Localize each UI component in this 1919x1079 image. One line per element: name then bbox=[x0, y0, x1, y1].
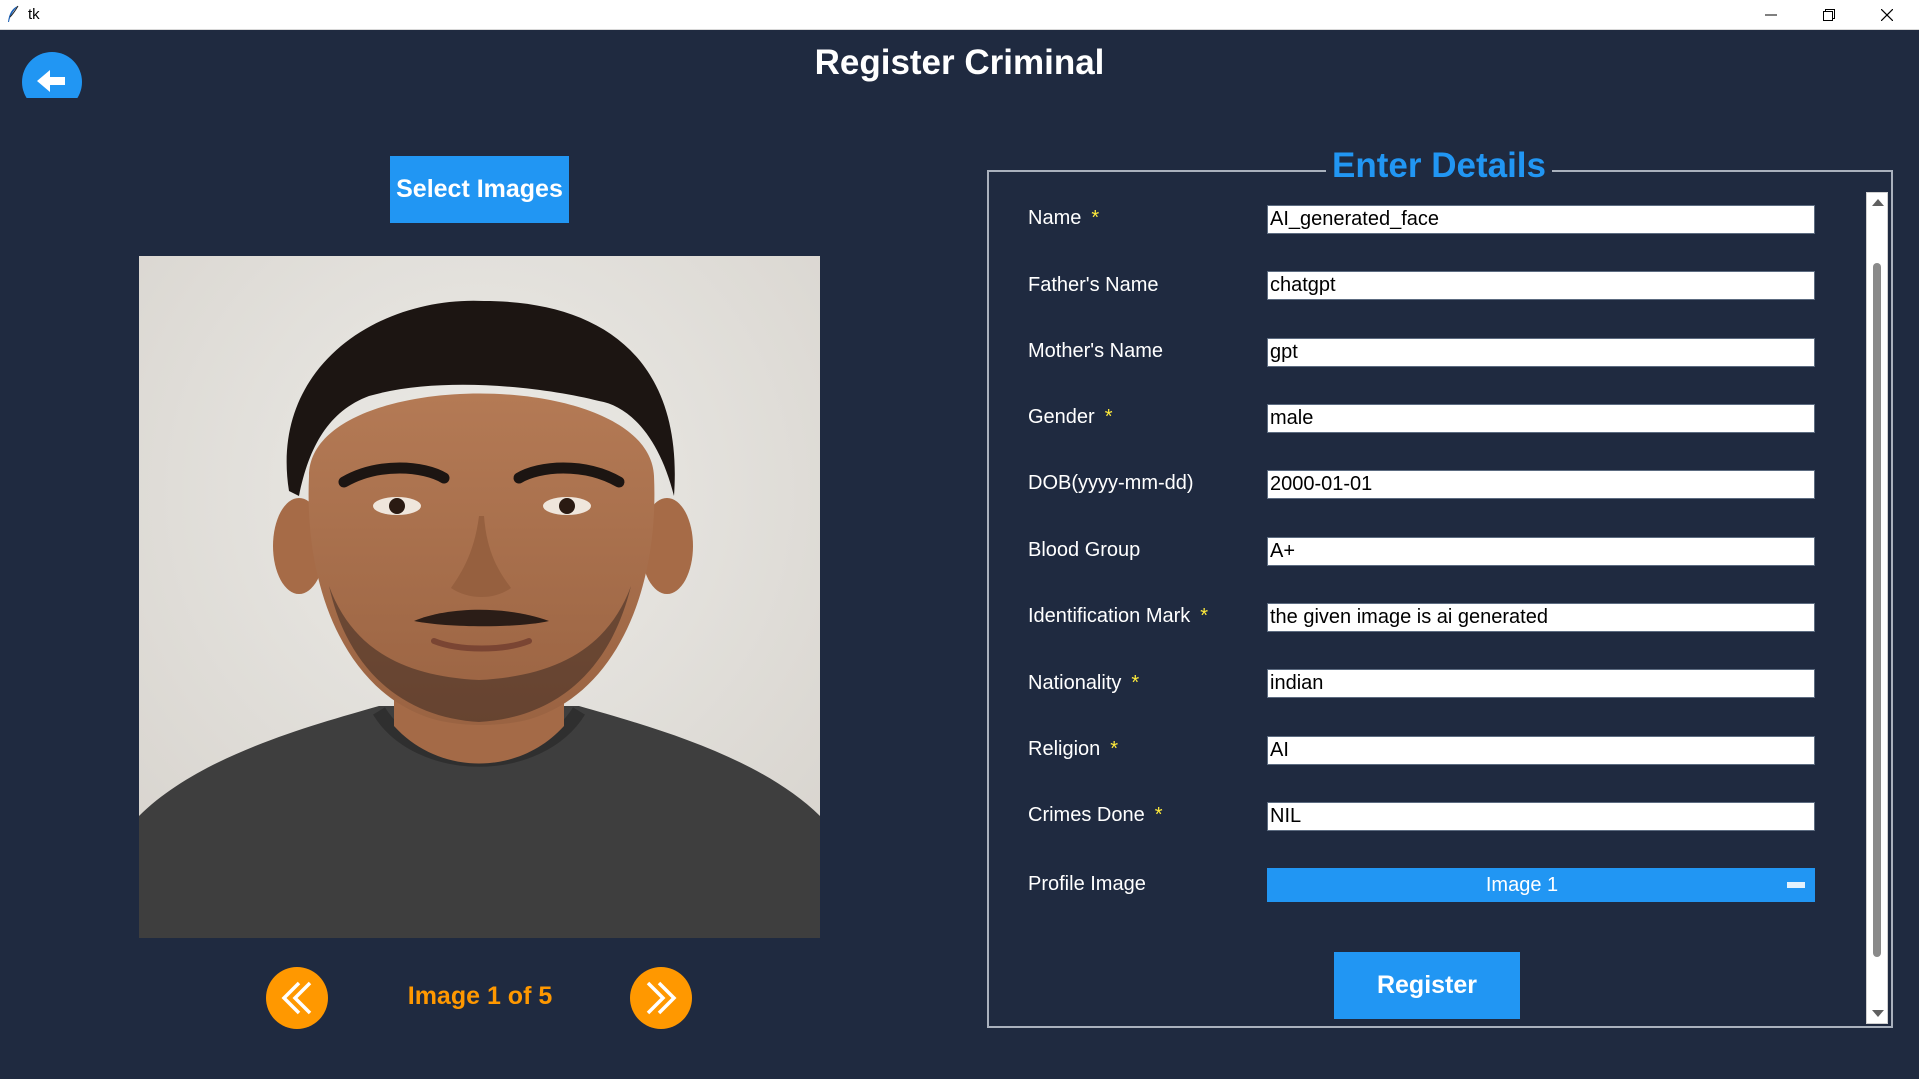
close-icon bbox=[1881, 8, 1893, 21]
field-label-name: Name * bbox=[1028, 207, 1099, 230]
register-button[interactable]: Register bbox=[1334, 952, 1520, 1019]
label-text: Name bbox=[1028, 207, 1082, 229]
label-text: DOB(yyyy-mm-dd) bbox=[1028, 472, 1194, 494]
double-chevron-right-icon bbox=[646, 981, 677, 1015]
label-text: Father's Name bbox=[1028, 274, 1159, 296]
religion-input[interactable] bbox=[1267, 736, 1815, 765]
details-scrollbar[interactable] bbox=[1866, 192, 1888, 1024]
person-photo bbox=[139, 256, 820, 938]
nationality-input[interactable] bbox=[1267, 669, 1815, 698]
gender-input[interactable] bbox=[1267, 404, 1815, 433]
identification-mark-input[interactable] bbox=[1267, 603, 1815, 632]
profile-image-select[interactable]: Image 1 bbox=[1267, 868, 1815, 902]
label-text: Crimes Done bbox=[1028, 804, 1145, 826]
close-button[interactable] bbox=[1858, 0, 1916, 29]
portrait-illustration bbox=[139, 256, 820, 938]
dob-input[interactable] bbox=[1267, 470, 1815, 499]
select-images-button[interactable]: Select Images bbox=[390, 156, 569, 223]
label-text: Identification Mark bbox=[1028, 605, 1191, 627]
page-title: Register Criminal bbox=[814, 43, 1105, 82]
field-label-crimes-done: Crimes Done * bbox=[1028, 804, 1163, 827]
field-label-mothers-name: Mother's Name bbox=[1028, 340, 1163, 363]
label-text: Nationality bbox=[1028, 672, 1122, 694]
feather-icon bbox=[8, 5, 19, 22]
window-title: tk bbox=[28, 6, 40, 23]
minimize-icon bbox=[1765, 14, 1777, 15]
label-text: Gender bbox=[1028, 406, 1095, 428]
field-label-fathers-name: Father's Name bbox=[1028, 274, 1159, 297]
required-marker: * bbox=[1104, 406, 1113, 428]
field-label-religion: Religion * bbox=[1028, 738, 1118, 761]
required-marker: * bbox=[1110, 738, 1119, 760]
previous-image-button[interactable] bbox=[266, 967, 328, 1029]
window-title-bar: tk bbox=[0, 0, 1919, 30]
crimes-done-input[interactable] bbox=[1267, 802, 1815, 831]
field-label-profile-image: Profile Image bbox=[1028, 873, 1146, 895]
profile-image-value: Image 1 bbox=[1485, 874, 1559, 896]
label-text: Mother's Name bbox=[1028, 340, 1163, 362]
label-text: Blood Group bbox=[1028, 539, 1141, 561]
field-label-identification-mark: Identification Mark * bbox=[1028, 605, 1208, 628]
required-marker: * bbox=[1091, 207, 1100, 229]
field-label-blood-group: Blood Group bbox=[1028, 539, 1140, 562]
panel-legend: Enter Details bbox=[1326, 146, 1552, 186]
name-input[interactable] bbox=[1267, 205, 1815, 234]
required-marker: * bbox=[1154, 804, 1163, 826]
blood-group-input[interactable] bbox=[1267, 537, 1815, 566]
double-chevron-left-icon bbox=[281, 981, 312, 1015]
required-marker: * bbox=[1131, 672, 1140, 694]
restore-button[interactable] bbox=[1800, 0, 1858, 29]
scroll-thumb[interactable] bbox=[1873, 263, 1881, 957]
field-label-dob: DOB(yyyy-mm-dd) bbox=[1028, 472, 1194, 495]
mothers-name-input[interactable] bbox=[1267, 338, 1815, 367]
restore-icon bbox=[1823, 8, 1835, 21]
minimize-button[interactable] bbox=[1742, 0, 1800, 29]
scroll-down-icon[interactable] bbox=[1872, 1010, 1884, 1017]
scroll-up-icon[interactable] bbox=[1872, 199, 1884, 206]
required-marker: * bbox=[1200, 605, 1209, 627]
image-counter: Image 1 of 5 bbox=[407, 982, 553, 1010]
next-image-button[interactable] bbox=[630, 967, 692, 1029]
fathers-name-input[interactable] bbox=[1267, 271, 1815, 300]
option-menu-indicator-icon bbox=[1787, 882, 1805, 888]
label-text: Religion bbox=[1028, 738, 1101, 760]
field-label-nationality: Nationality * bbox=[1028, 672, 1139, 695]
field-label-gender: Gender * bbox=[1028, 406, 1113, 429]
